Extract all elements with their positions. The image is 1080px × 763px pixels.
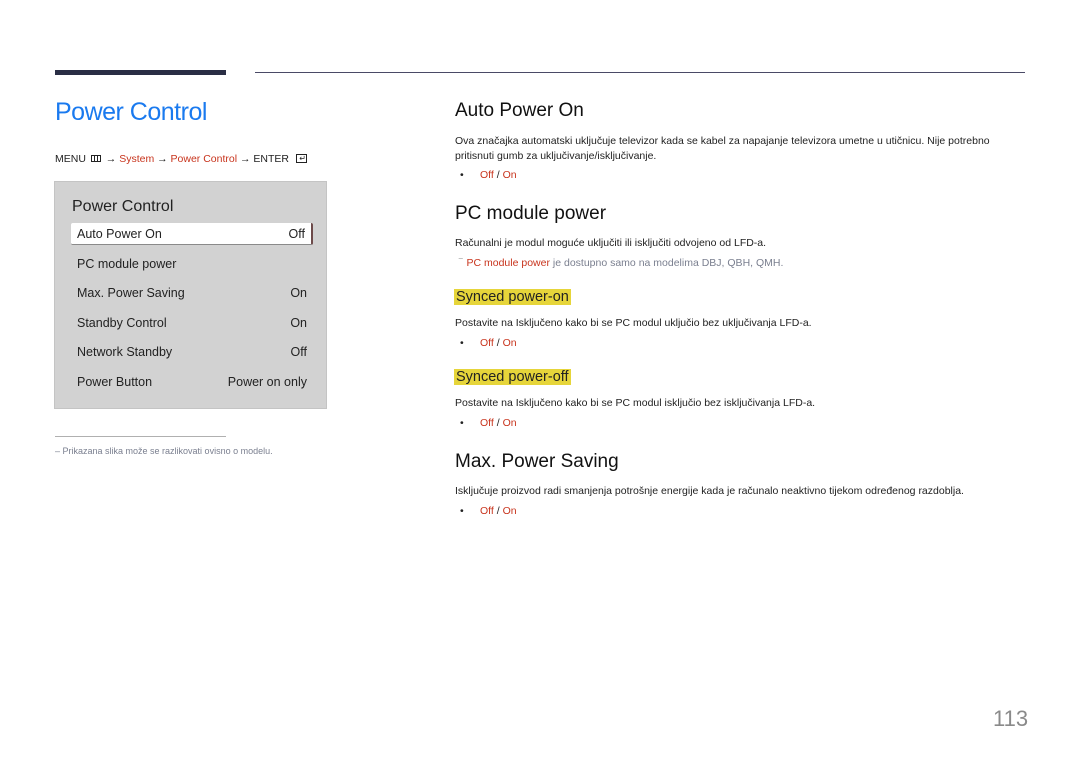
section-text-synced-power-on: Postavite na Isključeno kako bi se PC mo… xyxy=(455,317,812,329)
bullet-icon: • xyxy=(460,169,464,181)
option-separator: / xyxy=(493,169,503,181)
menu-item-auto-power-on[interactable]: Auto Power On Off xyxy=(71,223,313,245)
enter-icon: ↵ xyxy=(295,153,307,163)
option-separator: / xyxy=(493,505,503,517)
options-auto-power-on: • Off / On xyxy=(460,169,517,181)
menu-item-pc-module-power[interactable]: PC module power xyxy=(71,253,313,275)
menu-item-value: Off xyxy=(290,345,307,359)
page-number: 113 xyxy=(993,706,1029,731)
menu-item-value: On xyxy=(290,286,307,300)
header-rule-thin xyxy=(255,72,1025,73)
breadcrumb-menu: MENU xyxy=(55,153,86,165)
menu-item-max-power-saving[interactable]: Max. Power Saving On xyxy=(71,282,313,304)
menu-item-label: Standby Control xyxy=(77,316,167,330)
bullet-icon: • xyxy=(460,505,464,517)
subsection-synced-power-off: Synced power-off xyxy=(454,367,571,387)
option-off: Off xyxy=(480,337,494,349)
section-text-max-power-saving: Isključuje proizvod radi smanjenja potro… xyxy=(455,485,964,497)
menu-item-power-button[interactable]: Power Button Power on only xyxy=(71,371,313,393)
header-rule-thick xyxy=(55,70,226,75)
option-separator: / xyxy=(493,417,503,429)
footnote: – Prikazana slika može se razlikovati ov… xyxy=(55,446,273,456)
menu-item-standby-control[interactable]: Standby Control On xyxy=(71,312,313,334)
section-text-synced-power-off: Postavite na Isključeno kako bi se PC mo… xyxy=(455,397,816,409)
footnote-rule xyxy=(55,436,226,437)
option-separator: / xyxy=(493,337,503,349)
panel-title: Power Control xyxy=(72,198,174,215)
option-on: On xyxy=(502,417,517,429)
arrow-icon: → xyxy=(240,153,251,165)
option-on: On xyxy=(502,337,517,349)
breadcrumb-system: System xyxy=(119,153,155,165)
arrow-icon: → xyxy=(157,153,168,165)
bullet-icon: • xyxy=(460,417,464,429)
option-on: On xyxy=(502,505,517,517)
section-title-pc-module-power: PC module power xyxy=(455,203,607,224)
menu-item-value: Power on only xyxy=(227,375,307,389)
option-off: Off xyxy=(480,417,494,429)
option-on: On xyxy=(502,169,517,181)
page-title: Power Control xyxy=(55,98,207,126)
menu-item-label: Auto Power On xyxy=(77,226,162,241)
option-off: Off xyxy=(480,169,494,181)
note-highlight: PC module power xyxy=(466,257,550,269)
menu-item-network-standby[interactable]: Network Standby Off xyxy=(71,341,313,363)
arrow-icon: → xyxy=(105,153,117,165)
menu-icon xyxy=(90,154,101,162)
menu-item-label: Max. Power Saving xyxy=(77,286,185,300)
menu-item-value: Off xyxy=(288,226,305,241)
subsection-synced-power-on: Synced power-on xyxy=(454,287,571,307)
section-title-max-power-saving: Max. Power Saving xyxy=(455,451,619,472)
bullet-icon: • xyxy=(460,337,464,349)
breadcrumb: MENU → System → Power Control → ENTER ↵ xyxy=(55,153,307,165)
note-pc-module-power: ‾ PC module power je dostupno samo na mod… xyxy=(459,257,783,269)
menu-item-label: Power Button xyxy=(77,375,153,389)
options-max-power-saving: • Off / On xyxy=(460,505,517,517)
menu-item-value: On xyxy=(290,316,307,330)
menu-item-label: PC module power xyxy=(77,257,177,271)
subsection-title-synced-power-off: Synced power-off xyxy=(454,369,571,385)
option-off: Off xyxy=(480,505,494,517)
section-title-auto-power-on: Auto Power On xyxy=(455,100,584,121)
section-text-auto-power-on: Ova značajka automatski uključuje televi… xyxy=(455,135,990,162)
power-control-menu-panel: Power Control Auto Power On Off PC modul… xyxy=(54,181,327,409)
note-text: je dostupno samo na modelima DBJ, QBH, Q… xyxy=(549,257,784,269)
breadcrumb-power-control: Power Control xyxy=(170,153,238,165)
section-text-pc-module-power: Računalni je modul moguće uključiti ili … xyxy=(455,237,767,249)
subsection-title-synced-power-on: Synced power-on xyxy=(454,289,571,305)
menu-item-label: Network Standby xyxy=(77,345,173,359)
options-synced-power-on: • Off / On xyxy=(460,337,517,349)
options-synced-power-off: • Off / On xyxy=(460,417,517,429)
breadcrumb-enter: ENTER xyxy=(253,153,290,165)
note-dash-icon: ‾ xyxy=(459,257,463,269)
